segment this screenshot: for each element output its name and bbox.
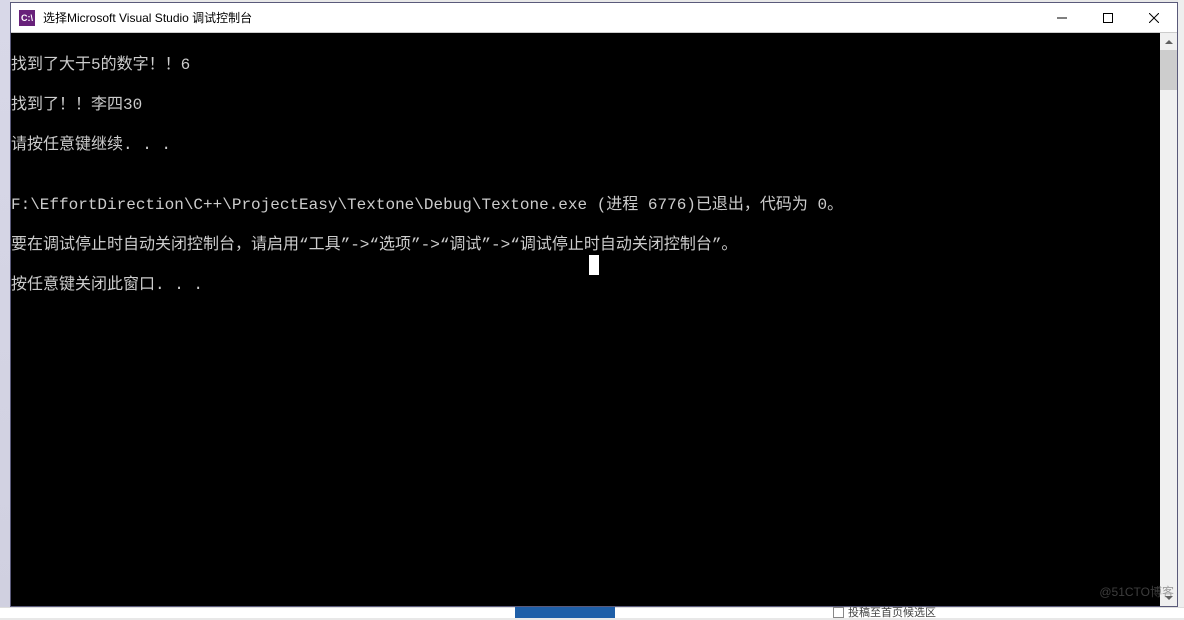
- console-line: 找到了大于5的数字！！6: [11, 55, 1160, 75]
- background-right-strip: [1178, 0, 1184, 618]
- console-line: F:\EffortDirection\C++\ProjectEasy\Texto…: [11, 195, 1160, 215]
- window-title: 选择Microsoft Visual Studio 调试控制台: [43, 9, 1039, 26]
- watermark: @51CTO博客: [1099, 583, 1174, 600]
- bottom-blue-segment: [515, 607, 615, 618]
- checkbox-icon[interactable]: [833, 607, 844, 618]
- console-output: 找到了大于5的数字！！6 找到了！！李四30 请按任意键继续. . . F:\E…: [11, 33, 1160, 606]
- app-icon: C:\: [19, 10, 35, 26]
- maximize-button[interactable]: [1085, 3, 1131, 33]
- console-window: C:\ 选择Microsoft Visual Studio 调试控制台 找到了大…: [10, 2, 1178, 607]
- minimize-icon: [1057, 13, 1067, 23]
- background-left-strip: [0, 0, 10, 618]
- scrollbar-track[interactable]: [1160, 50, 1177, 589]
- console-line: 按任意键关闭此窗口. . .: [11, 275, 1160, 295]
- console-line: 请按任意键继续. . .: [11, 135, 1160, 155]
- minimize-button[interactable]: [1039, 3, 1085, 33]
- titlebar-buttons: [1039, 3, 1177, 33]
- chevron-up-icon: [1165, 40, 1173, 44]
- vertical-scrollbar[interactable]: [1160, 33, 1177, 606]
- close-button[interactable]: [1131, 3, 1177, 33]
- close-icon: [1149, 13, 1159, 23]
- text-cursor: [589, 255, 599, 275]
- scrollbar-up-button[interactable]: [1160, 33, 1177, 50]
- console-line: 找到了！！李四30: [11, 95, 1160, 115]
- console-line: 要在调试停止时自动关闭控制台，请启用“工具”->“选项”->“调试”->“调试停…: [11, 235, 1160, 255]
- console-area[interactable]: 找到了大于5的数字！！6 找到了！！李四30 请按任意键继续. . . F:\E…: [11, 33, 1177, 606]
- titlebar[interactable]: C:\ 选择Microsoft Visual Studio 调试控制台: [11, 3, 1177, 33]
- maximize-icon: [1103, 13, 1113, 23]
- scrollbar-thumb[interactable]: [1160, 50, 1177, 90]
